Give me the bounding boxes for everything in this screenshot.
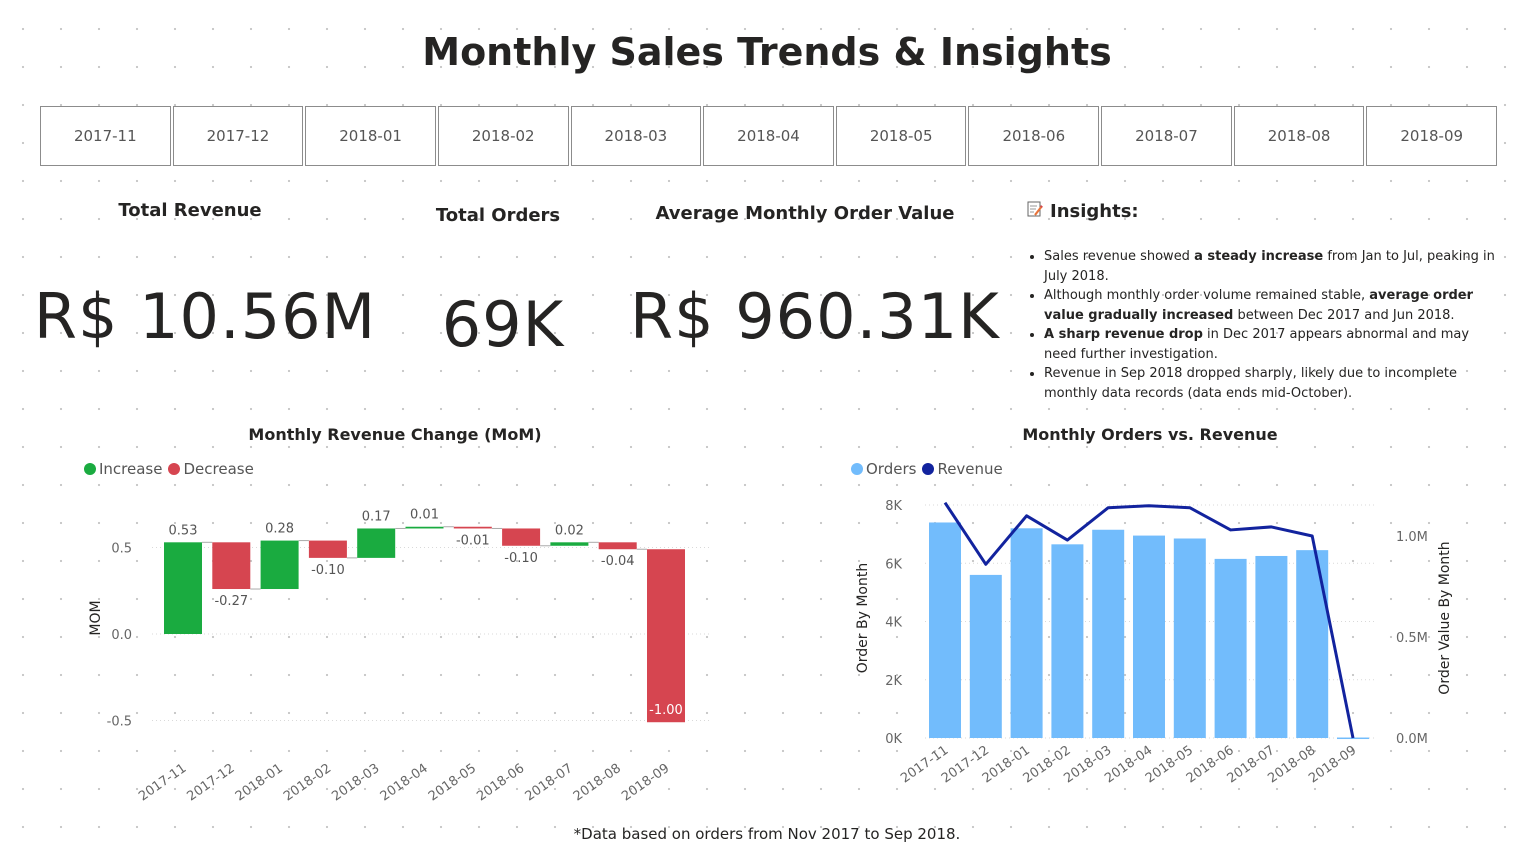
x-tick-label: 2017-12 xyxy=(184,761,237,804)
x-tick-label: 2017-11 xyxy=(136,761,189,804)
data-label: -0.27 xyxy=(214,594,248,609)
insight-text: Revenue in Sep 2018 dropped sharply, lik… xyxy=(1044,366,1457,401)
kpi-aov-value: R$ 960.31K xyxy=(630,280,1000,353)
insights-list: Sales revenue showed a steady increase f… xyxy=(1026,247,1496,403)
kpi-orders-label: Total Orders xyxy=(435,205,561,226)
orders-bar xyxy=(1214,558,1247,738)
orders-bar xyxy=(969,574,1002,738)
orders-bar xyxy=(1173,538,1206,738)
kpi-revenue-value: R$ 10.56M xyxy=(33,280,377,353)
slicer-month-2018-03[interactable]: 2018-03 xyxy=(570,106,702,166)
slicer-month-2018-05[interactable]: 2018-05 xyxy=(835,106,967,166)
insights-panel: Insights: Sales revenue showed a steady … xyxy=(1026,200,1496,403)
y-right-tick-label: 0.0M xyxy=(1396,732,1428,747)
y-left-tick-label: 8K xyxy=(885,499,902,514)
slicer-month-2018-09[interactable]: 2018-09 xyxy=(1366,106,1498,166)
y-right-axis-label: Order Value By Month xyxy=(1437,541,1453,694)
waterfall-bar xyxy=(260,540,299,590)
x-tick-label: 2018-03 xyxy=(329,761,382,804)
slicer-month-2017-11[interactable]: 2017-11 xyxy=(40,106,171,166)
waterfall-bar xyxy=(647,549,685,723)
orders-revenue-combo-chart: 0K 2K 4K 6K 8K 0.0M 0.5M 1.0M Order By Month Orde… xyxy=(855,499,1453,786)
memo-icon xyxy=(1026,200,1044,223)
insight-text: Although monthly order volume remained s… xyxy=(1044,288,1370,303)
orders-bar xyxy=(1255,555,1288,738)
y-tick-label: 0.0 xyxy=(111,628,132,643)
waterfall-bar xyxy=(502,528,541,546)
x-tick-label: 2018-08 xyxy=(571,761,624,804)
x-tick-label: 2018-09 xyxy=(619,761,672,804)
data-label: 0.28 xyxy=(265,522,294,537)
slicer-month-2018-08[interactable]: 2018-08 xyxy=(1233,106,1365,166)
data-label: -0.01 xyxy=(456,533,490,548)
kpi-orders-value: 69K xyxy=(441,288,565,361)
orders-bar xyxy=(929,522,961,738)
waterfall-bar xyxy=(405,526,444,529)
data-label: 0.53 xyxy=(169,523,198,538)
slicer-month-2018-01[interactable]: 2018-01 xyxy=(305,106,436,166)
x-tick-label: 2018-04 xyxy=(378,761,431,804)
x-tick-label: 2018-02 xyxy=(281,761,334,804)
insight-text: Sales revenue showed xyxy=(1044,249,1195,264)
y-right-tick-label: 1.0M xyxy=(1396,530,1428,545)
slicer-month-2018-07[interactable]: 2018-07 xyxy=(1101,106,1232,166)
slicer-month-2018-06[interactable]: 2018-06 xyxy=(968,106,1100,166)
page-title: Monthly Sales Trends & Insights xyxy=(422,30,1112,74)
x-tick-label: 2018-07 xyxy=(523,761,576,804)
data-label: -1.00 xyxy=(649,703,683,718)
slicer-month-2018-04[interactable]: 2018-04 xyxy=(703,106,834,166)
y-left-tick-label: 4K xyxy=(885,616,902,631)
mom-chart-title: Monthly Revenue Change (MoM) xyxy=(248,425,542,444)
insight-emphasis: A sharp revenue drop xyxy=(1044,327,1203,342)
waterfall-bar xyxy=(357,528,396,558)
y-tick-label: 0.5 xyxy=(111,542,132,557)
combo-chart-title: Monthly Orders vs. Revenue xyxy=(1022,425,1278,444)
insight-item: Revenue in Sep 2018 dropped sharply, lik… xyxy=(1044,364,1496,403)
x-tick-label: 2018-05 xyxy=(426,761,479,804)
y-left-axis-label: Order By Month xyxy=(855,563,871,673)
waterfall-bar xyxy=(598,542,637,550)
insight-item: Although monthly order volume remained s… xyxy=(1044,286,1496,325)
y-left-tick-label: 0K xyxy=(885,732,902,747)
data-label: 0.01 xyxy=(410,508,439,523)
waterfall-bar xyxy=(453,526,492,529)
slicer-month-2018-02[interactable]: 2018-02 xyxy=(437,106,569,166)
orders-bar xyxy=(1010,528,1043,738)
y-left-tick-label: 6K xyxy=(885,557,902,572)
month-slicer: 2017-11 2017-12 2018-01 2018-02 2018-03 2018-… xyxy=(40,106,1498,166)
insights-header: Insights: xyxy=(1026,200,1496,223)
y-tick-label: -0.5 xyxy=(107,715,132,730)
y-right-tick-label: 0.5M xyxy=(1396,631,1428,646)
orders-bar xyxy=(1133,535,1165,738)
orders-bar xyxy=(1092,529,1125,738)
orders-bar xyxy=(1296,550,1329,738)
insight-item: Sales revenue showed a steady increase f… xyxy=(1044,247,1496,286)
insight-item: A sharp revenue drop in Dec 2017 appears… xyxy=(1044,325,1496,364)
data-label: -0.10 xyxy=(311,563,345,578)
waterfall-bar xyxy=(212,542,251,590)
x-tick-label: 2018-06 xyxy=(474,761,527,804)
data-label: -0.04 xyxy=(601,554,635,569)
insights-heading: Insights: xyxy=(1050,201,1139,222)
insight-text: between Dec 2017 and Jun 2018. xyxy=(1233,307,1455,323)
kpi-aov-label: Average Monthly Order Value xyxy=(655,203,955,224)
footnote: *Data based on orders from Nov 2017 to S… xyxy=(573,825,961,843)
kpi-revenue-label: Total Revenue xyxy=(118,200,262,221)
waterfall-bar xyxy=(550,542,589,546)
data-label: 0.17 xyxy=(362,509,391,524)
slicer-month-2017-12[interactable]: 2017-12 xyxy=(172,106,304,166)
data-label: -0.10 xyxy=(504,551,538,566)
y-left-tick-label: 2K xyxy=(885,674,902,689)
y-axis-label: MOM xyxy=(88,600,104,635)
data-label: 0.02 xyxy=(555,523,584,538)
waterfall-bar xyxy=(164,542,202,634)
mom-waterfall-chart: -0.5 0.0 0.5 MOM 0.53 2017-11 -0.27 2017-12 0.28… xyxy=(88,508,710,804)
x-tick-label: 2018-01 xyxy=(233,761,286,804)
insight-emphasis: a steady increase xyxy=(1194,249,1324,264)
waterfall-bar xyxy=(308,540,347,558)
orders-bar xyxy=(1051,544,1084,738)
